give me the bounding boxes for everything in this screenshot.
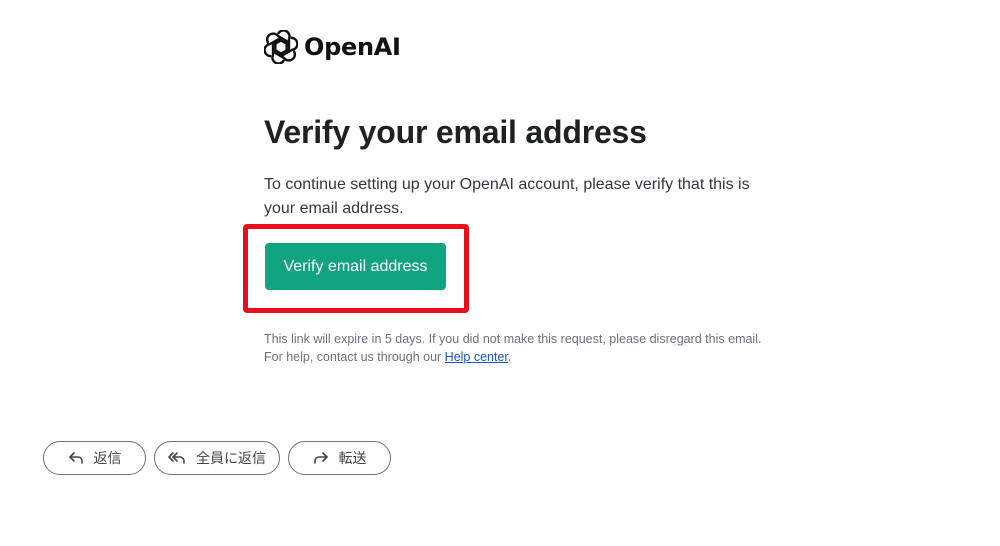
forward-icon — [313, 451, 329, 465]
email-actions: 返信 全員に返信 転送 — [43, 441, 391, 475]
reply-all-button[interactable]: 全員に返信 — [154, 441, 280, 475]
reply-all-icon — [168, 451, 186, 465]
reply-label: 返信 — [93, 451, 122, 467]
email-title: Verify your email address — [264, 114, 647, 150]
help-center-link[interactable]: Help center — [445, 350, 508, 364]
forward-button[interactable]: 転送 — [288, 441, 391, 475]
email-body: To continue setting up your OpenAI accou… — [264, 176, 750, 217]
help-suffix: . — [507, 350, 512, 364]
verify-email-button[interactable]: Verify email address — [265, 243, 446, 290]
reply-button[interactable]: 返信 — [43, 441, 146, 475]
reply-all-label: 全員に返信 — [196, 451, 266, 467]
email-view: OpenAI Verify your email address To cont… — [0, 0, 1000, 546]
openai-logo-icon — [264, 30, 298, 64]
expiry-notice: This link will expire in 5 days. If you … — [264, 332, 762, 346]
email-footer: This link will expire in 5 days. If you … — [264, 330, 824, 366]
brand-name: OpenAI — [304, 33, 401, 61]
openai-logo: OpenAI — [264, 30, 401, 64]
forward-label: 転送 — [338, 451, 367, 467]
help-prefix: For help, contact us through our — [264, 350, 445, 364]
reply-icon — [68, 451, 84, 465]
